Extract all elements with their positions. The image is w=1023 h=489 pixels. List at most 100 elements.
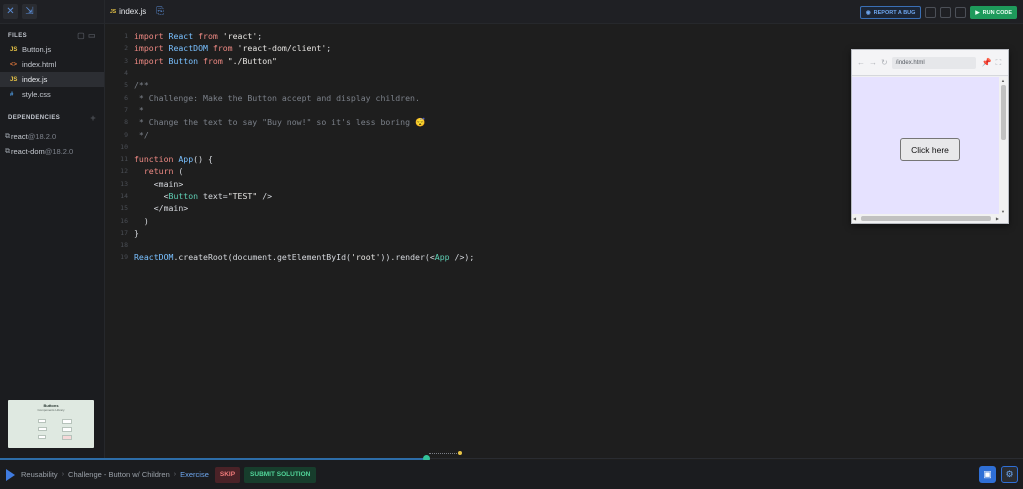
dependencies-header: DEPENDENCIES + bbox=[0, 113, 104, 123]
scroll-up-icon[interactable]: ▲ bbox=[1001, 78, 1005, 83]
split-view-icon[interactable] bbox=[940, 7, 952, 18]
code-text: ) bbox=[143, 215, 149, 226]
package-icon: ⧉ bbox=[5, 147, 10, 155]
code-line[interactable]: 15 </main> bbox=[110, 202, 845, 214]
settings-button[interactable]: ⚙ bbox=[1001, 466, 1018, 483]
new-file-icon[interactable]: ▢ bbox=[77, 31, 85, 40]
pin-icon[interactable]: 📌 bbox=[982, 58, 992, 67]
expand-icon[interactable]: ⛶ bbox=[996, 58, 1002, 68]
back-icon[interactable]: ← bbox=[857, 58, 865, 67]
submit-solution-button[interactable]: SUBMIT SOLUTION bbox=[244, 466, 317, 483]
line-number: 5 bbox=[124, 81, 128, 90]
play-icon: ▶ bbox=[975, 9, 980, 16]
thumbnail-subtitle: Components Library bbox=[37, 408, 65, 412]
code-line[interactable]: 3 import Button from "./Button" bbox=[110, 55, 845, 67]
code-line[interactable]: 12 return ( bbox=[110, 165, 845, 177]
code-text: * Change the text to say "Buy now!" so i… bbox=[134, 116, 426, 127]
code-line[interactable]: 1 import React from 'react'; bbox=[110, 30, 845, 42]
reload-icon[interactable]: ↻ bbox=[881, 58, 888, 67]
collapse-panel-button[interactable]: ⇲ bbox=[22, 4, 37, 19]
code-line[interactable]: 16 ) bbox=[110, 214, 845, 226]
dependency-react[interactable]: ⧉ react @18.2.0 bbox=[0, 129, 104, 144]
tab-index-js[interactable]: JS index.js bbox=[105, 0, 154, 24]
timeline-track[interactable] bbox=[427, 458, 1023, 459]
bug-icon: ◉ bbox=[865, 9, 871, 16]
file-name: style.css bbox=[22, 90, 51, 99]
preview-url-field[interactable]: /index.html bbox=[891, 56, 976, 69]
vertical-scroll-thumb[interactable] bbox=[1001, 85, 1006, 140]
code-line[interactable]: 10 bbox=[110, 141, 845, 153]
code-text: return ( bbox=[143, 166, 184, 177]
thumbnail-shape bbox=[62, 435, 72, 440]
code-line[interactable]: 13 <main> bbox=[110, 178, 845, 190]
dependency-name: react bbox=[11, 132, 28, 141]
file-item-index-js[interactable]: JS index.js bbox=[0, 72, 104, 87]
new-file-icon[interactable]: ⎘ bbox=[156, 6, 164, 17]
line-number: 12 bbox=[120, 167, 128, 176]
code-line[interactable]: 19 ReactDOM.createRoot(document.getElemen… bbox=[110, 251, 845, 263]
preview-toolbar: ← → ↻ /index.html 📌 ⛶ bbox=[852, 50, 1008, 76]
line-number: 15 bbox=[120, 204, 128, 213]
line-number: 19 bbox=[120, 253, 128, 262]
code-line[interactable]: 14 <Button text="TEST" /> bbox=[110, 190, 845, 202]
line-number: 8 bbox=[124, 118, 128, 127]
code-line[interactable]: 8 * Change the text to say "Buy now!" so… bbox=[110, 116, 845, 128]
code-line[interactable]: 5 /** bbox=[110, 79, 845, 91]
browser-preview[interactable]: ← → ↻ /index.html 📌 ⛶ Click here ▲ ▼ ◀ ▶ bbox=[851, 49, 1009, 224]
code-text: </main> bbox=[153, 203, 189, 214]
code-line[interactable]: 2 import ReactDOM from 'react-dom/client'… bbox=[110, 42, 845, 54]
new-folder-icon[interactable]: ▭ bbox=[88, 31, 96, 40]
thumbnail-shape bbox=[62, 427, 72, 432]
code-line[interactable]: 9 */ bbox=[110, 128, 845, 140]
horizontal-scrollbar[interactable]: ◀ ▶ bbox=[852, 214, 1000, 223]
bottom-actions: ▣ ⚙ bbox=[979, 466, 1018, 483]
code-line[interactable]: 7 * bbox=[110, 104, 845, 116]
layout-icon[interactable] bbox=[925, 7, 937, 18]
preview-thumbnail[interactable]: Buttons Components Library bbox=[8, 400, 94, 448]
code-line[interactable]: 11 function App() { bbox=[110, 153, 845, 165]
scroll-right-icon[interactable]: ▶ bbox=[996, 216, 999, 221]
code-line[interactable]: 4 bbox=[110, 67, 845, 79]
breadcrumb-lesson[interactable]: Challenge - Button w/ Children bbox=[68, 470, 170, 479]
sidebar-toolbar: ✕ ⇲ bbox=[0, 0, 104, 24]
add-dependency-icon[interactable]: + bbox=[90, 113, 96, 123]
code-text: ReactDOM.createRoot(document.getElementB… bbox=[134, 252, 475, 263]
screen-button[interactable]: ▣ bbox=[979, 466, 996, 483]
thumbnail-shape bbox=[38, 419, 46, 423]
code-line[interactable]: 18 bbox=[110, 239, 845, 251]
thumbnail-shape bbox=[38, 435, 46, 439]
dependency-name: react-dom bbox=[11, 147, 45, 156]
dependencies-title: DEPENDENCIES bbox=[8, 115, 61, 121]
scroll-down-icon[interactable]: ▼ bbox=[1001, 209, 1005, 214]
code-line[interactable]: 17} bbox=[110, 227, 845, 239]
report-bug-button[interactable]: ◉ REPORT A BUG bbox=[859, 6, 922, 19]
timeline-segment bbox=[429, 453, 459, 454]
close-icon: ✕ bbox=[6, 6, 15, 17]
close-panel-button[interactable]: ✕ bbox=[3, 4, 18, 19]
dependency-list: ⧉ react @18.2.0 ⧉ react-dom @18.2.0 bbox=[0, 129, 104, 159]
file-item-index-html[interactable]: <> index.html bbox=[0, 57, 104, 72]
fullscreen-icon[interactable] bbox=[955, 7, 967, 18]
dependency-react-dom[interactable]: ⧉ react-dom @18.2.0 bbox=[0, 144, 104, 159]
run-code-button[interactable]: ▶ RUN CODE bbox=[970, 6, 1017, 19]
screen-icon: ▣ bbox=[983, 469, 992, 479]
play-icon[interactable] bbox=[6, 468, 15, 481]
line-number: 17 bbox=[120, 228, 128, 237]
files-title: FILES bbox=[8, 32, 28, 39]
thumbnail-shape bbox=[38, 427, 47, 431]
line-number: 3 bbox=[124, 56, 128, 65]
click-here-button[interactable]: Click here bbox=[900, 138, 960, 161]
forward-icon[interactable]: → bbox=[869, 58, 877, 67]
skip-button[interactable]: SKIP bbox=[214, 466, 241, 483]
horizontal-scroll-thumb[interactable] bbox=[861, 216, 991, 221]
file-item-button-js[interactable]: JS Button.js bbox=[0, 42, 104, 57]
scroll-left-icon[interactable]: ◀ bbox=[853, 216, 856, 221]
vertical-scrollbar[interactable]: ▲ ▼ bbox=[999, 77, 1008, 215]
preview-viewport: Click here bbox=[852, 77, 1000, 215]
code-text: * bbox=[134, 104, 144, 115]
timeline-marker[interactable] bbox=[458, 451, 462, 455]
code-line[interactable]: 6 * Challenge: Make the Button accept an… bbox=[110, 91, 845, 103]
file-item-style-css[interactable]: # style.css bbox=[0, 87, 104, 102]
code-editor[interactable]: 1 import React from 'react'; 2 import React… bbox=[110, 30, 845, 450]
breadcrumb-course[interactable]: Reusability bbox=[21, 470, 58, 479]
